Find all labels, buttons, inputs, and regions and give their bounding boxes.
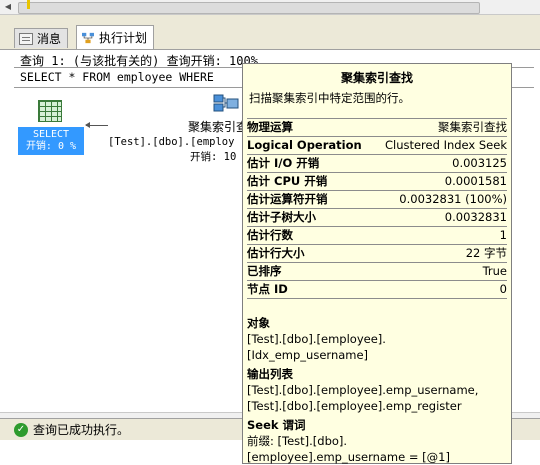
tooltip-title: 聚集索引查找 (340, 71, 413, 85)
select-node-label: SELECT 开销: 0 % (18, 127, 84, 155)
clustered-index-seek-icon[interactable] (213, 93, 241, 113)
clustered-index-node-cost: 开销: 10 (190, 151, 237, 163)
property-row: 估计运算符开销 0.0032831 (100%) (247, 191, 507, 209)
scroll-left-arrow-icon[interactable]: ◀ (2, 1, 14, 13)
tooltip-seek-section: Seek 谓词 前缀: [Test].[dbo]. [employee].emp… (243, 417, 511, 465)
property-value: 聚集索引查找 (438, 120, 507, 134)
output-line: [Test].[dbo].[employee].emp_register (247, 399, 462, 413)
clustered-index-node-object: [Test].[dbo].[employ (108, 136, 235, 148)
success-check-icon: ✓ (14, 422, 28, 437)
property-value: 0.003125 (452, 156, 507, 170)
property-value: Clustered Index Seek (384, 138, 507, 152)
tab-execution-plan-label: 执行计划 (99, 31, 148, 45)
select-table-icon (38, 100, 62, 122)
property-row: 估计 I/O 开销 0.003125 (247, 155, 507, 173)
property-row: 估计行大小 22 字节 (247, 245, 507, 263)
tooltip-object-section: 对象 [Test].[dbo].[employee]. [Idx_emp_use… (243, 315, 511, 363)
tooltip-description: 扫描聚集索引中特定范围的行。 (249, 91, 410, 105)
property-row: 估计子树大小 0.0032831 (247, 209, 507, 227)
seek-line: 前缀: [Test].[dbo]. (247, 434, 348, 448)
seek-predicate-heading: Seek 谓词 (247, 418, 306, 432)
select-node-cost: 开销: 0 % (25, 141, 77, 152)
tooltip-properties: 物理运算 聚集索引查找 Logical Operation Clustered … (247, 118, 507, 299)
property-row: 节点 ID 0 (247, 281, 507, 299)
property-row: 估计行数 1 (247, 227, 507, 245)
tab-messages[interactable]: 消息 (14, 28, 69, 48)
property-value: 0.0001581 (444, 174, 507, 188)
plan-flow-arrow (85, 122, 108, 128)
text-caret-marker (27, 0, 30, 9)
select-operator-node[interactable]: SELECT 开销: 0 % (18, 100, 84, 155)
property-row: 估计 CPU 开销 0.0001581 (247, 173, 507, 191)
sql-text: SELECT * FROM employee WHERE (20, 70, 214, 84)
scroll-thumb[interactable] (18, 2, 480, 14)
property-value: 0.0032831 (444, 210, 507, 224)
object-line: [Idx_emp_username] (247, 348, 369, 362)
output-line: [Test].[dbo].[employee].emp_username, (247, 383, 479, 397)
property-value: 22 字节 (465, 246, 507, 260)
top-scrollbar[interactable]: ◀ (0, 0, 540, 15)
seek-line: [employee].emp_username = [@1] (247, 450, 450, 464)
tab-execution-plan[interactable]: 执行计划 (76, 25, 155, 49)
object-line: [Test].[dbo].[employee]. (247, 332, 386, 346)
property-key: 估计行大小 (247, 246, 305, 260)
property-value: 0.0032831 (100%) (399, 192, 507, 206)
messages-icon (19, 32, 33, 45)
property-row: 物理运算 聚集索引查找 (247, 118, 507, 137)
property-key: 节点 ID (247, 282, 288, 296)
select-node-name: SELECT (32, 129, 70, 140)
operator-tooltip: 聚集索引查找 扫描聚集索引中特定范围的行。 物理运算 聚集索引查找 Logica… (242, 63, 512, 464)
property-value: 1 (499, 228, 507, 242)
property-row: Logical Operation Clustered Index Seek (247, 137, 507, 155)
property-row: 已排序 True (247, 263, 507, 281)
property-key: 估计 I/O 开销 (247, 156, 320, 170)
object-heading: 对象 (247, 316, 270, 330)
property-value: True (482, 264, 507, 278)
result-tab-strip: 消息 执行计划 (0, 15, 540, 49)
property-key: 估计子树大小 (247, 210, 316, 224)
property-key: 已排序 (247, 264, 282, 278)
property-key: 估计 CPU 开销 (247, 174, 328, 188)
execution-plan-icon (82, 32, 94, 43)
property-value: 0 (499, 282, 507, 296)
clustered-index-node-title[interactable]: 聚集索引查 (188, 118, 248, 135)
property-key: 估计行数 (247, 228, 293, 242)
tab-messages-label: 消息 (37, 32, 62, 46)
property-key: 估计运算符开销 (247, 192, 328, 206)
output-list-heading: 输出列表 (247, 367, 293, 381)
property-key: 物理运算 (247, 120, 293, 134)
status-text: 查询已成功执行。 (33, 423, 130, 437)
tooltip-output-section: 输出列表 [Test].[dbo].[employee].emp_usernam… (243, 366, 511, 414)
property-key: Logical Operation (247, 138, 362, 152)
